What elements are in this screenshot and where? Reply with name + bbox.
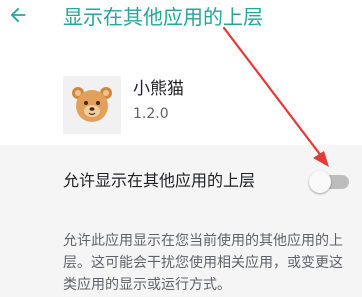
page-title: 显示在其他应用的上层 [63,5,263,29]
back-arrow-icon [7,4,29,30]
back-button[interactable] [0,0,36,34]
permission-row[interactable]: 允许显示在其他应用的上层 [0,163,362,199]
app-icon [63,76,121,134]
permission-description: 允许此应用显示在您当前使用的其他应用的上层。这可能会干扰您使用相关应用，或变更这… [63,233,343,293]
permission-label: 允许显示在其他应用的上层 [63,171,256,190]
app-info: 小熊猫 1.2.0 [0,40,362,145]
permission-toggle[interactable] [309,171,349,193]
settings-section: 允许显示在其他应用的上层 允许此应用显示在您当前使用的其他应用的上层。这可能会干… [0,145,362,297]
app-bar: 显示在其他应用的上层 [0,0,362,40]
app-name: 小熊猫 [133,79,184,99]
app-version: 1.2.0 [133,106,169,122]
toggle-thumb [309,171,331,193]
